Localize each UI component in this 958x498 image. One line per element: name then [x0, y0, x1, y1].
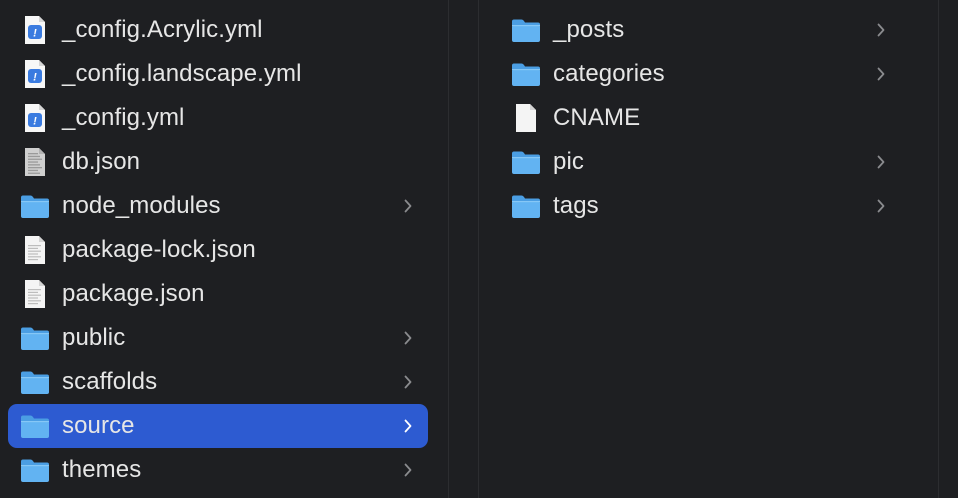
- chevron-right-icon: [400, 196, 416, 216]
- chevron-right-icon: [873, 64, 889, 84]
- blank-file-icon: [511, 103, 541, 133]
- chevron-right-icon: [400, 328, 416, 348]
- folder-icon: [511, 59, 541, 89]
- folder-item-pic[interactable]: pic: [503, 140, 915, 184]
- folder-icon: [20, 367, 50, 397]
- item-label: scaffolds: [62, 368, 158, 395]
- file-item-package-json[interactable]: package.json: [8, 272, 428, 316]
- folder-icon: [511, 15, 541, 45]
- chevron-right-icon: [400, 372, 416, 392]
- chevron-right-icon: [873, 196, 889, 216]
- svg-text:!: !: [33, 28, 37, 40]
- folder-item-node-modules[interactable]: node_modules: [8, 184, 428, 228]
- item-label: _config.Acrylic.yml: [62, 16, 263, 43]
- item-label: node_modules: [62, 192, 221, 219]
- item-label: _config.yml: [62, 104, 185, 131]
- folder-icon: [20, 191, 50, 221]
- folder-item-scaffolds[interactable]: scaffolds: [8, 360, 428, 404]
- file-item-cname[interactable]: CNAME: [503, 96, 915, 140]
- item-label: _posts: [553, 16, 625, 43]
- folder-item-posts[interactable]: _posts: [503, 8, 915, 52]
- item-label: source: [62, 412, 135, 439]
- text-file-icon: [20, 279, 50, 309]
- item-label: themes: [62, 456, 142, 483]
- folder-icon: [511, 191, 541, 221]
- item-label: package-lock.json: [62, 236, 256, 263]
- item-label: db.json: [62, 148, 141, 175]
- column-divider[interactable]: [938, 0, 958, 498]
- file-item-config-landscape-yml[interactable]: ! _config.landscape.yml: [8, 52, 428, 96]
- yaml-file-icon: !: [20, 59, 50, 89]
- chevron-right-icon: [873, 152, 889, 172]
- item-label: pic: [553, 148, 584, 175]
- chevron-right-icon: [400, 416, 416, 436]
- folder-item-public[interactable]: public: [8, 316, 428, 360]
- folder-icon: [20, 455, 50, 485]
- column-source[interactable]: _posts categories CNAME pic tags: [479, 0, 938, 498]
- folder-icon: [511, 147, 541, 177]
- folder-item-source[interactable]: source: [8, 404, 428, 448]
- folder-icon: [20, 323, 50, 353]
- yaml-file-icon: !: [20, 103, 50, 133]
- item-label: categories: [553, 60, 665, 87]
- file-item-package-lock-json[interactable]: package-lock.json: [8, 228, 428, 272]
- folder-item-tags[interactable]: tags: [503, 184, 915, 228]
- file-item-config-yml[interactable]: ! _config.yml: [8, 96, 428, 140]
- chevron-right-icon: [400, 460, 416, 480]
- binary-file-icon: [20, 147, 50, 177]
- folder-item-themes[interactable]: themes: [8, 448, 428, 492]
- text-file-icon: [20, 235, 50, 265]
- folder-item-categories[interactable]: categories: [503, 52, 915, 96]
- folder-icon: [20, 411, 50, 441]
- yaml-file-icon: !: [20, 15, 50, 45]
- finder-column-view: ! _config.Acrylic.yml! _config.landscape.y…: [0, 0, 958, 498]
- svg-text:!: !: [33, 72, 37, 84]
- chevron-right-icon: [873, 20, 889, 40]
- item-label: _config.landscape.yml: [62, 60, 302, 87]
- item-label: CNAME: [553, 104, 641, 131]
- item-label: tags: [553, 192, 599, 219]
- item-label: package.json: [62, 280, 205, 307]
- item-label: public: [62, 324, 126, 351]
- file-item-db-json[interactable]: db.json: [8, 140, 428, 184]
- column-divider[interactable]: [448, 0, 479, 498]
- column-project-root[interactable]: ! _config.Acrylic.yml! _config.landscape.y…: [0, 0, 448, 498]
- svg-text:!: !: [33, 116, 37, 128]
- file-item-config-acrylic-yml[interactable]: ! _config.Acrylic.yml: [8, 8, 428, 52]
